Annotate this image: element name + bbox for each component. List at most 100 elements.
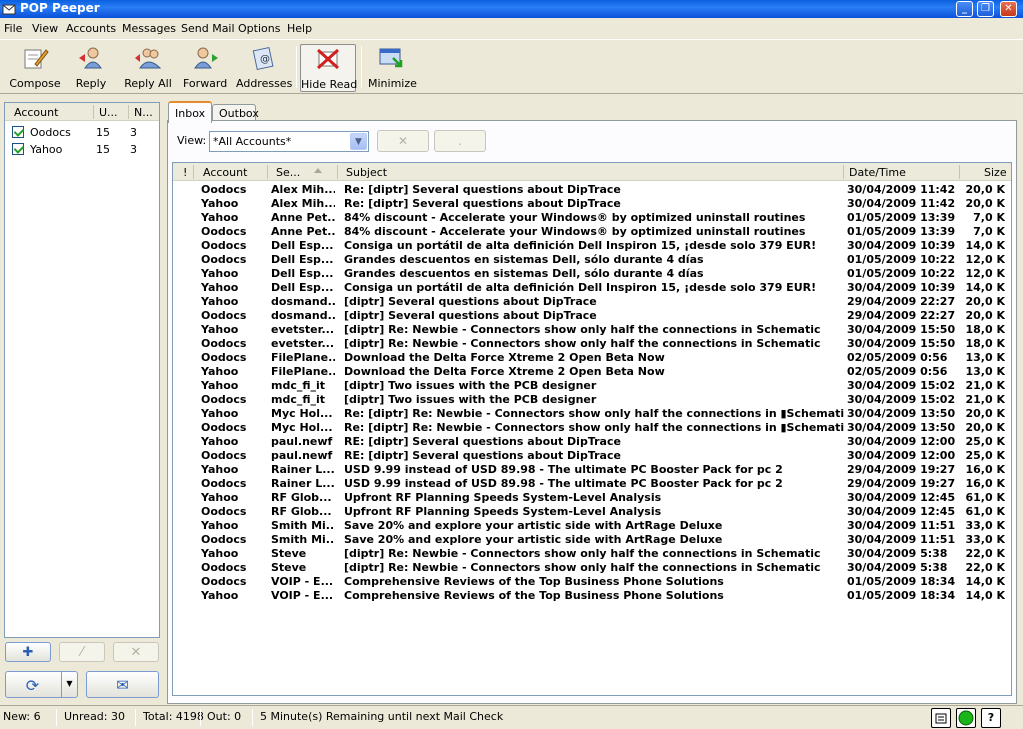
reply-all-button[interactable]: Reply All: [124, 44, 172, 92]
message-row[interactable]: Oodocs VOIP - E... Comprehensive Reviews o…: [173, 575, 1011, 589]
accounts-list-header: Account U... N...: [5, 103, 159, 121]
hide-read-button[interactable]: Hide Read: [300, 44, 357, 92]
menu-messages[interactable]: Messages: [122, 22, 176, 35]
message-account: Oodocs: [201, 337, 247, 350]
message-row[interactable]: Oodocs Smith Mi... Save 20% and explore yo…: [173, 533, 1011, 547]
send-mail-icon: ✉: [116, 676, 129, 694]
help-button[interactable]: ?: [981, 708, 1001, 728]
check-mail-button[interactable]: ⟳ ▼: [5, 671, 78, 698]
forward-button[interactable]: Forward: [183, 44, 227, 92]
message-row[interactable]: Yahoo Myc Hol... Re: [diptr] Re: Newbie - …: [173, 407, 1011, 421]
sort-ascending-icon: [314, 168, 322, 173]
message-row[interactable]: Yahoo VOIP - E... Comprehensive Reviews of…: [173, 589, 1011, 603]
message-row[interactable]: Yahoo Smith Mi... Save 20% and explore you…: [173, 519, 1011, 533]
maximize-window-button[interactable]: ❐: [977, 1, 994, 17]
column-sender[interactable]: Se...: [276, 166, 300, 179]
addresses-button[interactable]: @ Addresses: [236, 44, 292, 92]
message-row[interactable]: Yahoo Alex Mih... Re: [diptr] Several ques…: [173, 197, 1011, 211]
message-date: 02/05/2009 0:56: [847, 365, 948, 378]
message-row[interactable]: Oodocs Alex Mih... Re: [diptr] Several que…: [173, 183, 1011, 197]
message-sender: Dell Esp...: [271, 253, 334, 266]
message-sender: Myc Hol...: [271, 421, 333, 434]
reply-button[interactable]: Reply: [72, 44, 110, 92]
account-row-yahoo[interactable]: Yahoo 15 3: [5, 141, 159, 158]
message-row[interactable]: Oodocs Dell Esp... Grandes descuentos en s…: [173, 253, 1011, 267]
message-row[interactable]: Yahoo FilePlane... Download the Delta Forc…: [173, 365, 1011, 379]
message-subject: [diptr] Re: Newbie - Connectors show onl…: [344, 323, 821, 336]
message-row[interactable]: Yahoo evetster... [diptr] Re: Newbie - Con…: [173, 323, 1011, 337]
message-row[interactable]: Yahoo Steve [diptr] Re: Newbie - Connector…: [173, 547, 1011, 561]
send-mail-button[interactable]: ✉: [86, 671, 159, 698]
message-row[interactable]: Yahoo Dell Esp... Consiga un portátil de a…: [173, 281, 1011, 295]
title-bar: POP Peeper _ ❐ ✕: [0, 0, 1023, 18]
delete-messages-button[interactable]: ✕: [377, 130, 429, 152]
message-subject: Download the Delta Force Xtreme 2 Open B…: [344, 365, 665, 378]
message-sender: Anne Pet...: [271, 211, 335, 224]
column-account[interactable]: Account: [14, 106, 58, 119]
message-subject: RE: [diptr] Several questions about DipT…: [344, 449, 621, 462]
message-row[interactable]: Oodocs Rainer L... USD 9.99 instead of USD…: [173, 477, 1011, 491]
message-date: 30/04/2009 11:42: [847, 183, 956, 196]
message-row[interactable]: Yahoo paul.newf RE: [diptr] Several questi…: [173, 435, 1011, 449]
check-mail-dropdown-icon[interactable]: ▼: [61, 672, 77, 697]
message-account: Yahoo: [201, 435, 239, 448]
menu-view[interactable]: View: [32, 22, 58, 35]
compose-button[interactable]: Compose: [8, 44, 62, 92]
add-account-button[interactable]: ✚: [5, 642, 51, 662]
close-window-button[interactable]: ✕: [1000, 1, 1017, 17]
column-date[interactable]: Date/Time: [849, 166, 906, 179]
column-flag[interactable]: !: [183, 166, 187, 179]
message-date: 01/05/2009 18:34: [847, 589, 956, 602]
message-row[interactable]: Oodocs RF Glob... Upfront RF Planning Spee…: [173, 505, 1011, 519]
menu-send-mail[interactable]: Send Mail: [181, 22, 235, 35]
message-row[interactable]: Yahoo RF Glob... Upfront RF Planning Speed…: [173, 491, 1011, 505]
minimize-app-button[interactable]: Minimize: [368, 44, 417, 92]
message-row[interactable]: Oodocs Steve [diptr] Re: Newbie - Connecto…: [173, 561, 1011, 575]
minimize-window-button[interactable]: _: [956, 1, 973, 17]
message-row[interactable]: Yahoo Dell Esp... Grandes descuentos en si…: [173, 267, 1011, 281]
column-subject[interactable]: Subject: [346, 166, 387, 179]
account-enabled-checkbox[interactable]: [12, 143, 24, 155]
message-row[interactable]: Yahoo Rainer L... USD 9.99 instead of USD …: [173, 463, 1011, 477]
column-unread[interactable]: U...: [99, 106, 118, 119]
message-row[interactable]: Oodocs evetster... [diptr] Re: Newbie - Co…: [173, 337, 1011, 351]
view-options-button[interactable]: .: [434, 130, 486, 152]
message-row[interactable]: Oodocs paul.newf RE: [diptr] Several quest…: [173, 449, 1011, 463]
message-row[interactable]: Yahoo Anne Pet... 84% discount - Accelerat…: [173, 211, 1011, 225]
delete-account-button[interactable]: ✕: [113, 642, 159, 662]
message-sender: mdc_fi_it: [271, 379, 326, 392]
message-account: Oodocs: [201, 393, 247, 406]
message-row[interactable]: Yahoo dosmand... [diptr] Several questions…: [173, 295, 1011, 309]
message-sender: Dell Esp...: [271, 239, 334, 252]
notes-icon[interactable]: [931, 708, 951, 728]
message-row[interactable]: Oodocs Dell Esp... Consiga un portátil de …: [173, 239, 1011, 253]
message-row[interactable]: Yahoo mdc_fi_it [diptr] Two issues with th…: [173, 379, 1011, 393]
message-row[interactable]: Oodocs dosmand... [diptr] Several question…: [173, 309, 1011, 323]
column-account[interactable]: Account: [203, 166, 247, 179]
edit-account-button[interactable]: ⁄: [59, 642, 105, 662]
message-sender: paul.newf: [271, 435, 333, 448]
menu-help[interactable]: Help: [287, 22, 312, 35]
column-new[interactable]: N...: [134, 106, 153, 119]
delete-icon: ✕: [397, 134, 409, 148]
menu-accounts[interactable]: Accounts: [66, 22, 116, 35]
account-row-oodocs[interactable]: Oodocs 15 3: [5, 124, 159, 141]
menu-options[interactable]: Options: [238, 22, 280, 35]
tab-outbox[interactable]: Outbox: [212, 104, 259, 121]
menu-file[interactable]: File: [4, 22, 22, 35]
message-date: 29/04/2009 22:27: [847, 295, 956, 308]
view-account-select[interactable]: *All Accounts* ▼: [209, 131, 369, 152]
message-row[interactable]: Oodocs mdc_fi_it [diptr] Two issues with t…: [173, 393, 1011, 407]
message-account: Yahoo: [201, 281, 239, 294]
message-date: 02/05/2009 0:56: [847, 351, 948, 364]
message-row[interactable]: Oodocs Myc Hol... Re: [diptr] Re: Newbie -…: [173, 421, 1011, 435]
message-row[interactable]: Oodocs Anne Pet... 84% discount - Accelera…: [173, 225, 1011, 239]
message-date: 30/04/2009 10:39: [847, 281, 956, 294]
account-enabled-checkbox[interactable]: [12, 126, 24, 138]
column-size[interactable]: Size: [984, 166, 1007, 179]
tab-inbox[interactable]: Inbox: [168, 101, 212, 123]
message-row[interactable]: Oodocs FilePlane... Download the Delta For…: [173, 351, 1011, 365]
chevron-down-icon[interactable]: ▼: [350, 133, 367, 150]
online-status-icon[interactable]: [956, 708, 976, 728]
message-account: Yahoo: [201, 463, 239, 476]
